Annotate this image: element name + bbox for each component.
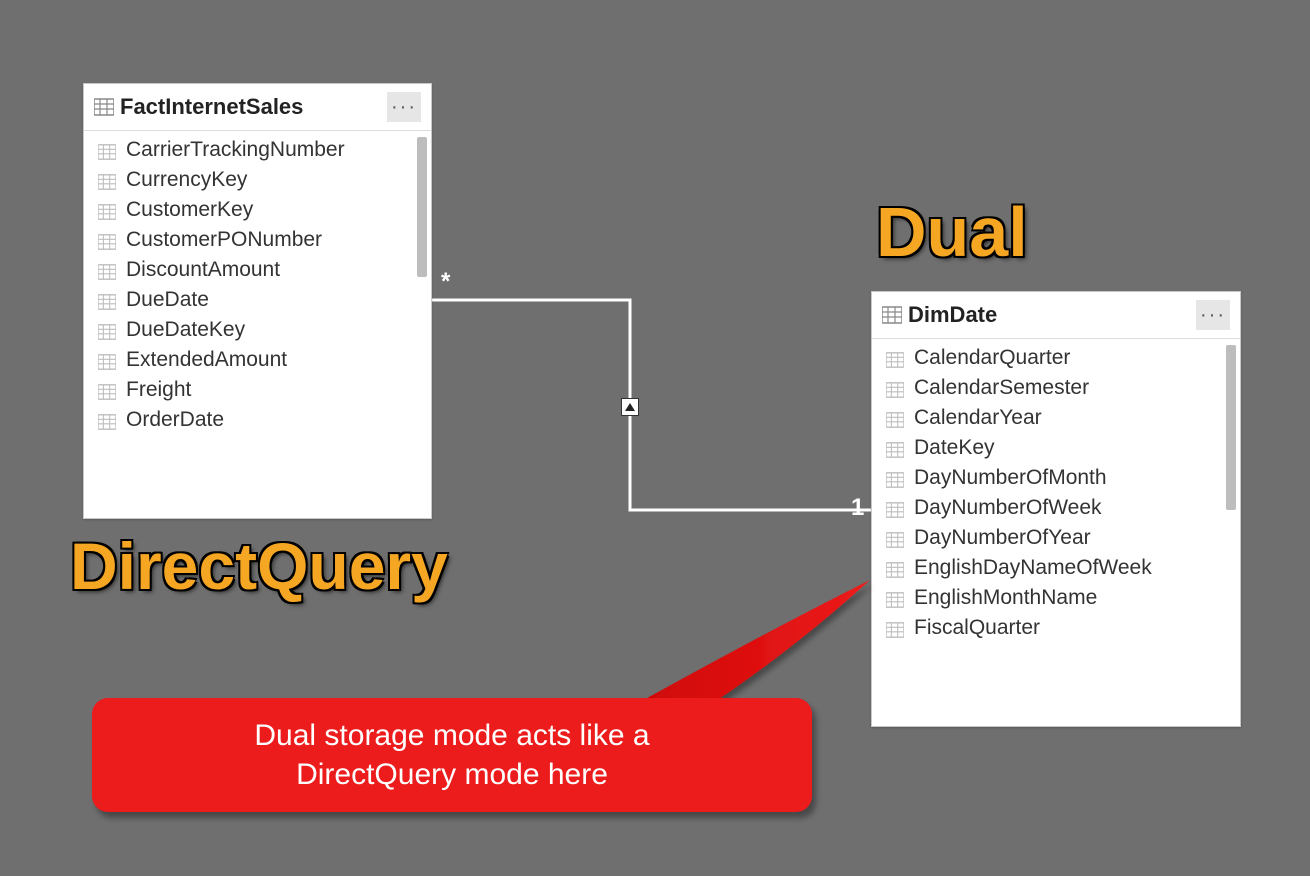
- field-item[interactable]: DayNumberOfWeek: [872, 493, 1240, 523]
- field-label: EnglishDayNameOfWeek: [914, 556, 1152, 580]
- table-icon: [94, 98, 114, 116]
- filter-direction-arrow: [621, 398, 639, 416]
- table-title: FactInternetSales: [120, 94, 387, 120]
- cardinality-many: *: [441, 268, 450, 296]
- field-label: DueDate: [126, 288, 209, 312]
- field-label: DayNumberOfWeek: [914, 496, 1102, 520]
- field-label: DateKey: [914, 436, 995, 460]
- field-label: DayNumberOfMonth: [914, 466, 1107, 490]
- field-item[interactable]: DueDateKey: [84, 315, 431, 345]
- column-icon: [886, 560, 904, 576]
- table-header: FactInternetSales ···: [84, 84, 431, 131]
- table-dim-date[interactable]: DimDate ··· CalendarQuarter CalendarSeme…: [871, 291, 1241, 727]
- field-item[interactable]: DateKey: [872, 433, 1240, 463]
- field-item[interactable]: CarrierTrackingNumber: [84, 135, 431, 165]
- scrollbar-thumb[interactable]: [417, 137, 427, 277]
- column-icon: [886, 530, 904, 546]
- field-item[interactable]: CustomerKey: [84, 195, 431, 225]
- field-list: CalendarQuarter CalendarSemester Calenda…: [872, 339, 1240, 729]
- annotation-callout: Dual storage mode acts like a DirectQuer…: [92, 698, 812, 812]
- field-item[interactable]: DayNumberOfYear: [872, 523, 1240, 553]
- more-options-button[interactable]: ···: [387, 92, 421, 122]
- field-item[interactable]: CustomerPONumber: [84, 225, 431, 255]
- column-icon: [98, 232, 116, 248]
- field-label: CustomerPONumber: [126, 228, 322, 252]
- field-label: EnglishMonthName: [914, 586, 1097, 610]
- column-icon: [886, 500, 904, 516]
- callout-line-1: Dual storage mode acts like a: [122, 716, 782, 755]
- column-icon: [98, 292, 116, 308]
- field-item[interactable]: CurrencyKey: [84, 165, 431, 195]
- column-icon: [886, 440, 904, 456]
- field-item[interactable]: EnglishMonthName: [872, 583, 1240, 613]
- column-icon: [98, 172, 116, 188]
- field-list: CarrierTrackingNumber CurrencyKey Custom…: [84, 131, 431, 521]
- field-item[interactable]: CalendarYear: [872, 403, 1240, 433]
- column-icon: [98, 142, 116, 158]
- table-icon: [882, 306, 902, 324]
- field-item[interactable]: DayNumberOfMonth: [872, 463, 1240, 493]
- column-icon: [98, 202, 116, 218]
- column-icon: [98, 262, 116, 278]
- table-title: DimDate: [908, 302, 1196, 328]
- column-icon: [886, 470, 904, 486]
- more-options-button[interactable]: ···: [1196, 300, 1230, 330]
- field-label: CalendarYear: [914, 406, 1042, 430]
- field-item[interactable]: DiscountAmount: [84, 255, 431, 285]
- column-icon: [886, 350, 904, 366]
- field-label: DueDateKey: [126, 318, 245, 342]
- column-icon: [98, 382, 116, 398]
- column-icon: [98, 322, 116, 338]
- field-item[interactable]: OrderDate: [84, 405, 431, 435]
- column-icon: [98, 412, 116, 428]
- field-label: CarrierTrackingNumber: [126, 138, 345, 162]
- label-directquery: DirectQuery: [70, 528, 448, 604]
- cardinality-one: 1: [851, 494, 864, 522]
- callout-line-2: DirectQuery mode here: [122, 755, 782, 794]
- field-label: FiscalQuarter: [914, 616, 1040, 640]
- field-item[interactable]: CalendarQuarter: [872, 343, 1240, 373]
- field-label: ExtendedAmount: [126, 348, 287, 372]
- field-label: CalendarSemester: [914, 376, 1089, 400]
- field-label: CalendarQuarter: [914, 346, 1070, 370]
- field-item[interactable]: DueDate: [84, 285, 431, 315]
- table-fact-internet-sales[interactable]: FactInternetSales ··· CarrierTrackingNum…: [83, 83, 432, 519]
- field-item[interactable]: EnglishDayNameOfWeek: [872, 553, 1240, 583]
- label-dual: Dual: [876, 192, 1028, 272]
- table-header: DimDate ···: [872, 292, 1240, 339]
- field-label: CustomerKey: [126, 198, 253, 222]
- field-item[interactable]: CalendarSemester: [872, 373, 1240, 403]
- field-label: DiscountAmount: [126, 258, 280, 282]
- field-item[interactable]: ExtendedAmount: [84, 345, 431, 375]
- field-label: Freight: [126, 378, 191, 402]
- column-icon: [886, 380, 904, 396]
- column-icon: [886, 410, 904, 426]
- column-icon: [98, 352, 116, 368]
- column-icon: [886, 620, 904, 636]
- field-label: DayNumberOfYear: [914, 526, 1091, 550]
- field-item[interactable]: FiscalQuarter: [872, 613, 1240, 643]
- field-label: OrderDate: [126, 408, 224, 432]
- field-label: CurrencyKey: [126, 168, 247, 192]
- scrollbar-thumb[interactable]: [1226, 345, 1236, 510]
- column-icon: [886, 590, 904, 606]
- field-item[interactable]: Freight: [84, 375, 431, 405]
